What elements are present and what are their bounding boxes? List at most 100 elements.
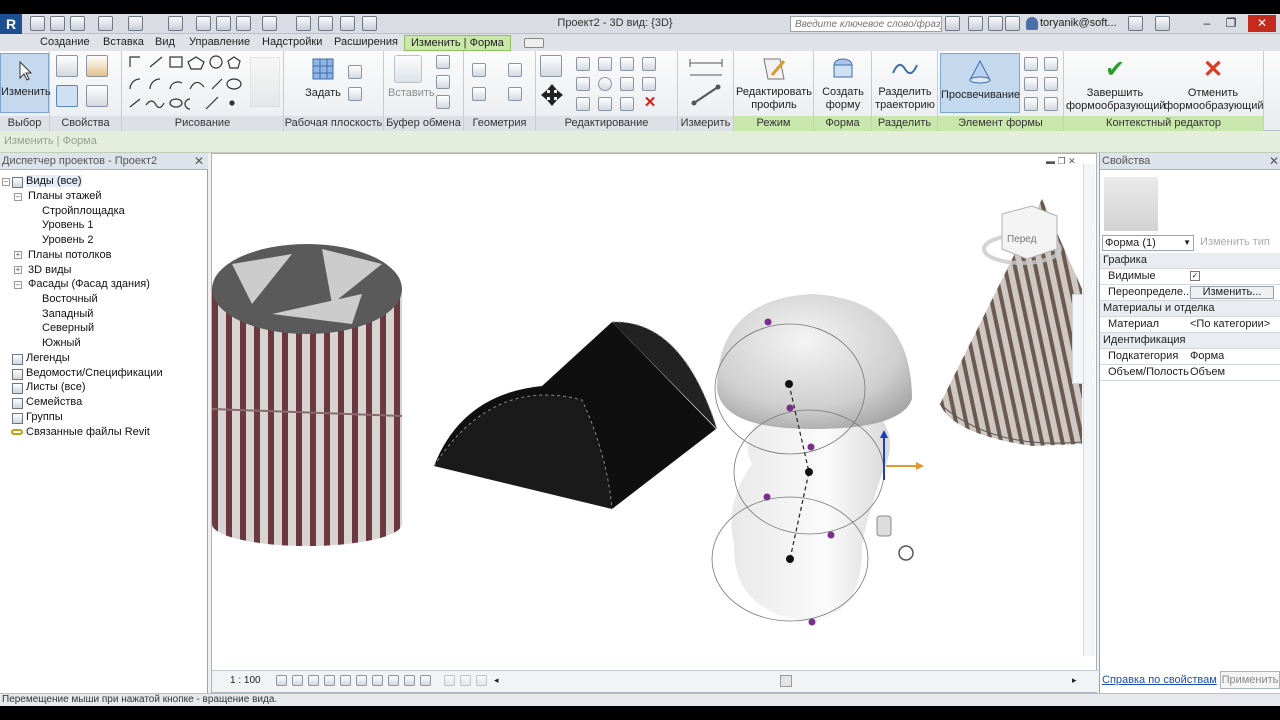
- tree-item-ceiling-plans[interactable]: Планы потолков: [28, 249, 111, 261]
- close-browser-icon[interactable]: ✕: [194, 153, 204, 170]
- tree-item-west[interactable]: Западный: [42, 308, 93, 320]
- measure-tools-icon[interactable]: [688, 57, 724, 111]
- half-cylinder-shape[interactable]: [433, 321, 718, 510]
- copy-icon[interactable]: [436, 75, 450, 89]
- set-workplane-button[interactable]: Задать: [300, 55, 346, 100]
- tab-insert[interactable]: Вставка: [103, 36, 144, 48]
- search-input[interactable]: [790, 16, 942, 32]
- maximize-button[interactable]: ❐: [1220, 15, 1242, 32]
- vertical-scrollbar[interactable]: [1083, 164, 1095, 656]
- horizontal-scroll-thumb[interactable]: [780, 675, 792, 687]
- section-graphics[interactable]: Графика: [1100, 253, 1280, 269]
- tree-item-families[interactable]: Семейства: [26, 396, 82, 408]
- project-properties-icon[interactable]: [56, 85, 78, 107]
- material-value[interactable]: <По категории>: [1190, 317, 1270, 332]
- type-selector[interactable]: Форма (1) ▼: [1102, 235, 1194, 251]
- tree-item-3d-views[interactable]: 3D виды: [28, 264, 71, 276]
- tree-item-south[interactable]: Южный: [42, 337, 81, 349]
- 3d-viewport[interactable]: Перед ▬ ❐ ✕ 1 : 100 ◂ ▸: [211, 153, 1098, 693]
- striped-cylinder[interactable]: [212, 244, 403, 546]
- selected-form[interactable]: [711, 294, 924, 626]
- user-account[interactable]: toryanik@soft...: [1040, 17, 1117, 29]
- add-edge-icon[interactable]: [1024, 57, 1038, 71]
- wall-joins-icon[interactable]: [472, 87, 486, 101]
- collapse-icon[interactable]: –: [14, 193, 22, 201]
- delete-icon[interactable]: ✕: [642, 95, 658, 111]
- join-geometry-icon[interactable]: [508, 63, 522, 77]
- finish-form-button[interactable]: ✔ Завершить формообразующий: [1066, 55, 1166, 113]
- tab-modify-form[interactable]: Изменить | Форма: [404, 35, 511, 51]
- tree-item-groups[interactable]: Группы: [26, 411, 63, 423]
- thin-lines-icon[interactable]: [318, 16, 333, 31]
- array-icon[interactable]: [598, 97, 612, 111]
- dimension-icon[interactable]: [216, 16, 231, 31]
- section-identity[interactable]: Идентификация: [1100, 333, 1280, 349]
- detail-level-icon[interactable]: [276, 675, 287, 686]
- tree-item-north[interactable]: Северный: [42, 322, 94, 334]
- close-window-button[interactable]: ✕: [1248, 15, 1276, 32]
- tree-item-level-2[interactable]: Уровень 2: [42, 234, 94, 246]
- measure-icon[interactable]: [196, 16, 211, 31]
- redo-icon[interactable]: [128, 16, 143, 31]
- apply-button[interactable]: Применить: [1220, 671, 1280, 689]
- show-crop-icon[interactable]: [372, 675, 383, 686]
- lock-view-icon[interactable]: [388, 675, 399, 686]
- tree-item-views-all[interactable]: Виды (все): [26, 175, 82, 187]
- sync-icon[interactable]: [70, 16, 85, 31]
- favorites-icon[interactable]: [1005, 16, 1020, 31]
- help-icon[interactable]: [1155, 16, 1170, 31]
- subscription-icon[interactable]: [968, 16, 983, 31]
- sun-path-icon[interactable]: [308, 675, 319, 686]
- print-icon[interactable]: [168, 16, 183, 31]
- solid-void-value[interactable]: Объем: [1190, 365, 1225, 380]
- edit-type-button[interactable]: Изменить тип: [1200, 236, 1270, 248]
- trim-icon[interactable]: [620, 77, 634, 91]
- visible-checkbox[interactable]: ✓: [1190, 271, 1200, 281]
- tree-item-legends[interactable]: Легенды: [26, 352, 70, 364]
- render-icon[interactable]: [340, 675, 351, 686]
- split-icon[interactable]: [642, 57, 656, 71]
- tab-view[interactable]: Вид: [155, 36, 175, 48]
- view-scale[interactable]: 1 : 100: [230, 675, 261, 686]
- panel-toggle-icon[interactable]: [524, 38, 544, 48]
- divide-path-button[interactable]: Разделить траекторию: [874, 55, 936, 112]
- properties-icon[interactable]: [56, 55, 78, 77]
- add-profile-icon[interactable]: [1044, 57, 1058, 71]
- tab-manage[interactable]: Управление: [189, 36, 250, 48]
- close-hidden-windows-icon[interactable]: [340, 16, 355, 31]
- xray-button[interactable]: Просвечивание: [940, 53, 1020, 113]
- undo-icon[interactable]: [98, 16, 113, 31]
- edit-profile-button[interactable]: Редактировать профиль: [736, 55, 812, 112]
- view-window-controls[interactable]: ▬ ❐ ✕: [1046, 156, 1076, 167]
- paste-button[interactable]: Вставить: [388, 55, 435, 100]
- tab-extensions[interactable]: Расширения: [334, 36, 398, 48]
- mirror-axis-icon[interactable]: [598, 57, 612, 71]
- open-icon[interactable]: [30, 16, 45, 31]
- cancel-form-button[interactable]: ✕ Отменить формообразующий: [1164, 55, 1264, 113]
- move-icon[interactable]: [540, 83, 564, 107]
- scroll-left-icon[interactable]: ◂: [494, 675, 499, 686]
- collapse-icon[interactable]: –: [14, 281, 22, 289]
- unpin-icon[interactable]: [620, 97, 634, 111]
- copy-element-icon[interactable]: [576, 77, 590, 91]
- tree-item-revit-links[interactable]: Связанные файлы Revit: [26, 426, 150, 438]
- lock-profiles-icon[interactable]: [1024, 97, 1038, 111]
- temp-properties-icon[interactable]: [444, 675, 455, 686]
- 3d-scene[interactable]: Перед: [212, 154, 1098, 670]
- hide-isolate-icon[interactable]: [404, 675, 415, 686]
- collapse-icon[interactable]: –: [2, 178, 10, 186]
- communication-icon[interactable]: [988, 16, 1003, 31]
- tree-item-sheets[interactable]: Листы (все): [26, 381, 86, 393]
- tab-addins[interactable]: Надстройки: [262, 36, 322, 48]
- expand-icon[interactable]: +: [14, 251, 22, 259]
- match-type-icon[interactable]: [436, 95, 450, 109]
- tree-item-floor-plans[interactable]: Планы этажей: [28, 190, 102, 202]
- family-types-icon[interactable]: [86, 85, 108, 107]
- tree-item-elevations[interactable]: Фасады (Фасад здания): [28, 278, 150, 290]
- pick-lines-icon[interactable]: [250, 57, 280, 107]
- align-icon[interactable]: [540, 55, 562, 77]
- scale-icon[interactable]: [576, 97, 590, 111]
- analytical-model-icon[interactable]: [460, 675, 471, 686]
- offset-icon[interactable]: [576, 57, 590, 71]
- section-icon[interactable]: [296, 16, 311, 31]
